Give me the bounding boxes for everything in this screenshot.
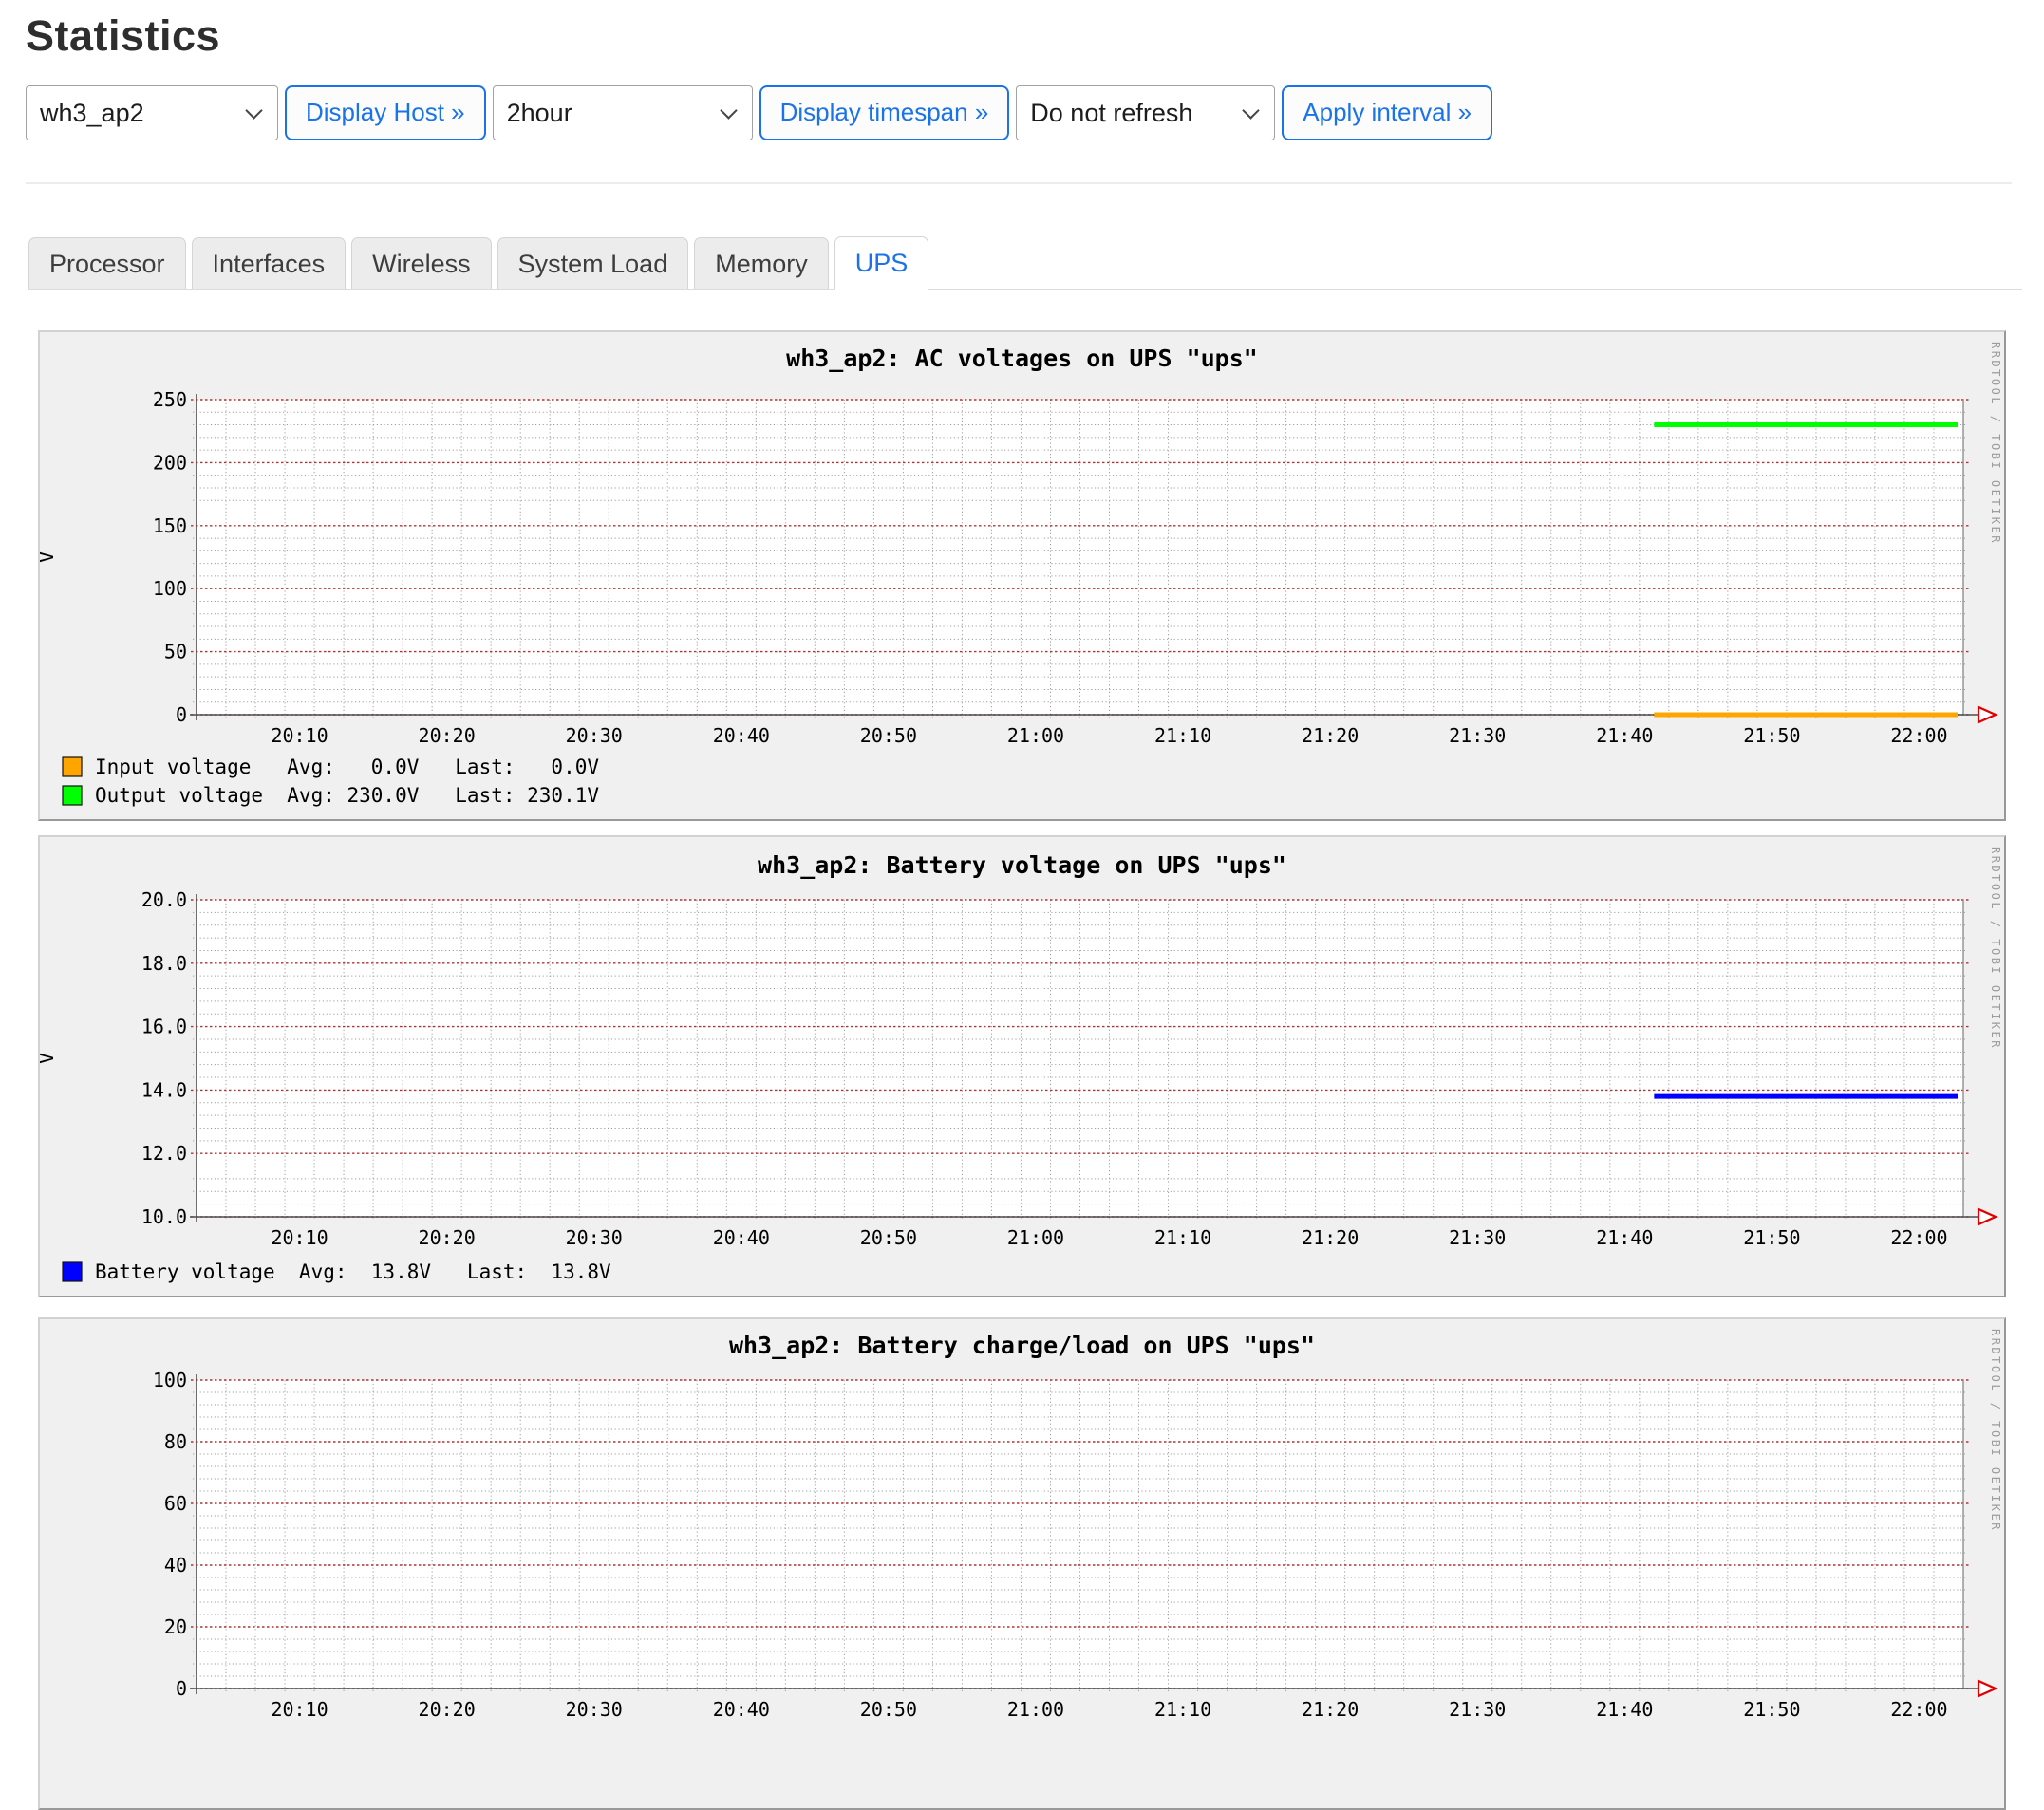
svg-text:21:10: 21:10 [1154, 1226, 1211, 1249]
svg-text:wh3_ap2: Battery voltage on UP: wh3_ap2: Battery voltage on UPS "ups" [758, 851, 1286, 879]
svg-text:wh3_ap2: AC voltages on UPS "u: wh3_ap2: AC voltages on UPS "ups" [786, 345, 1258, 372]
svg-text:20:40: 20:40 [713, 1698, 770, 1721]
svg-text:RRDTOOL / TOBI OETIKER: RRDTOOL / TOBI OETIKER [1989, 847, 2002, 1050]
timespan-select-wrap: 2hour [493, 85, 753, 140]
svg-text:21:30: 21:30 [1449, 724, 1506, 747]
refresh-select[interactable]: Do not refresh [1016, 85, 1275, 140]
svg-text:Battery voltage Avg: 13.8V: Battery voltage Avg: 13.8V Last: 13.8V [95, 1260, 611, 1283]
ac-voltages-graph-panel: wh3_ap2: AC voltages on UPS "ups" 0 50 100 1… [38, 330, 2006, 821]
svg-text:21:00: 21:00 [1007, 724, 1064, 747]
svg-text:V: V [40, 551, 58, 563]
svg-text:20:50: 20:50 [860, 1226, 917, 1249]
svg-text:V: V [40, 1053, 58, 1064]
svg-text:21:00: 21:00 [1007, 1698, 1064, 1721]
svg-text:Output voltage Avg: 230.0V: Output voltage Avg: 230.0V Last: 230.1V [95, 784, 599, 807]
svg-text:20:40: 20:40 [713, 1226, 770, 1249]
battery-charge-load-chart: wh3_ap2: Battery charge/load on UPS "ups… [40, 1319, 2004, 1808]
svg-text:20:20: 20:20 [419, 1698, 476, 1721]
svg-text:20:30: 20:30 [566, 1226, 623, 1249]
apply-interval-button[interactable]: Apply interval » [1282, 85, 1492, 140]
tab-interfaces[interactable]: Interfaces [192, 237, 347, 289]
host-select-wrap: wh3_ap2 [26, 85, 278, 140]
svg-text:0: 0 [176, 703, 187, 726]
svg-text:20: 20 [164, 1615, 187, 1638]
svg-text:20:50: 20:50 [860, 724, 917, 747]
svg-text:22:00: 22:00 [1890, 724, 1947, 747]
svg-text:20:50: 20:50 [860, 1698, 917, 1721]
host-select[interactable]: wh3_ap2 [26, 85, 278, 140]
svg-text:18.0: 18.0 [141, 952, 187, 975]
svg-text:20:30: 20:30 [566, 724, 623, 747]
controls-bar: wh3_ap2 Display Host » 2hour Display tim… [26, 85, 2044, 140]
svg-text:21:20: 21:20 [1302, 1226, 1359, 1249]
svg-text:20:10: 20:10 [271, 724, 328, 747]
svg-text:20:20: 20:20 [419, 1226, 476, 1249]
page-title: Statistics [26, 11, 2044, 61]
battery-charge-load-graph-panel: wh3_ap2: Battery charge/load on UPS "ups… [38, 1317, 2006, 1810]
svg-text:21:40: 21:40 [1596, 1698, 1653, 1721]
svg-text:21:10: 21:10 [1154, 724, 1211, 747]
svg-text:200: 200 [153, 451, 187, 474]
svg-text:150: 150 [153, 514, 187, 537]
svg-text:20:10: 20:10 [271, 1698, 328, 1721]
svg-text:21:00: 21:00 [1007, 1226, 1064, 1249]
tab-bar: Processor Interfaces Wireless System Loa… [28, 236, 2022, 290]
svg-text:0: 0 [176, 1677, 187, 1700]
graphs-section: wh3_ap2: AC voltages on UPS "ups" 0 50 100 1… [26, 330, 2044, 1810]
svg-text:21:10: 21:10 [1154, 1698, 1211, 1721]
svg-text:21:40: 21:40 [1596, 1226, 1653, 1249]
svg-text:21:20: 21:20 [1302, 724, 1359, 747]
svg-text:100: 100 [153, 577, 187, 600]
svg-text:21:40: 21:40 [1596, 724, 1653, 747]
svg-text:22:00: 22:00 [1890, 1698, 1947, 1721]
svg-text:100: 100 [153, 1369, 187, 1391]
svg-text:20:10: 20:10 [271, 1226, 328, 1249]
battery-voltage-graph-panel: wh3_ap2: Battery voltage on UPS "ups" 10.… [38, 835, 2006, 1297]
timespan-select[interactable]: 2hour [493, 85, 753, 140]
svg-text:22:00: 22:00 [1890, 1226, 1947, 1249]
svg-text:20:40: 20:40 [713, 724, 770, 747]
tab-system-load[interactable]: System Load [497, 237, 689, 289]
svg-text:21:50: 21:50 [1743, 724, 1800, 747]
refresh-select-wrap: Do not refresh [1016, 85, 1275, 140]
svg-text:250: 250 [153, 388, 187, 411]
svg-text:14.0: 14.0 [141, 1078, 187, 1101]
svg-text:RRDTOOL / TOBI OETIKER: RRDTOOL / TOBI OETIKER [1989, 342, 2002, 545]
svg-text:21:20: 21:20 [1302, 1698, 1359, 1721]
battery-voltage-chart: wh3_ap2: Battery voltage on UPS "ups" 10.… [40, 837, 2004, 1296]
svg-text:21:30: 21:30 [1449, 1226, 1506, 1249]
svg-text:60: 60 [164, 1492, 187, 1515]
svg-text:21:50: 21:50 [1743, 1226, 1800, 1249]
svg-text:Input voltage Avg: 0.0V: Input voltage Avg: 0.0V Last: 0.0V [95, 756, 599, 778]
svg-text:10.0: 10.0 [141, 1205, 187, 1228]
svg-text:21:50: 21:50 [1743, 1698, 1800, 1721]
svg-text:16.0: 16.0 [141, 1015, 187, 1037]
tab-processor[interactable]: Processor [28, 237, 186, 289]
svg-text:12.0: 12.0 [141, 1142, 187, 1165]
svg-text:50: 50 [164, 640, 187, 662]
header-divider [26, 182, 2012, 184]
svg-text:80: 80 [164, 1430, 187, 1453]
svg-text:20:20: 20:20 [419, 724, 476, 747]
ac-voltages-chart: wh3_ap2: AC voltages on UPS "ups" 0 50 100 1… [40, 332, 2004, 819]
display-timespan-button[interactable]: Display timespan » [759, 85, 1010, 140]
svg-text:wh3_ap2: Battery charge/load o: wh3_ap2: Battery charge/load on UPS "ups… [729, 1332, 1315, 1359]
svg-text:40: 40 [164, 1554, 187, 1577]
tab-wireless[interactable]: Wireless [351, 237, 492, 289]
svg-text:20:30: 20:30 [566, 1698, 623, 1721]
svg-text:20.0: 20.0 [141, 888, 187, 911]
tab-memory[interactable]: Memory [694, 237, 829, 289]
svg-text:21:30: 21:30 [1449, 1698, 1506, 1721]
tab-ups[interactable]: UPS [834, 236, 929, 290]
display-host-button[interactable]: Display Host » [285, 85, 486, 140]
svg-text:RRDTOOL / TOBI OETIKER: RRDTOOL / TOBI OETIKER [1989, 1329, 2002, 1532]
